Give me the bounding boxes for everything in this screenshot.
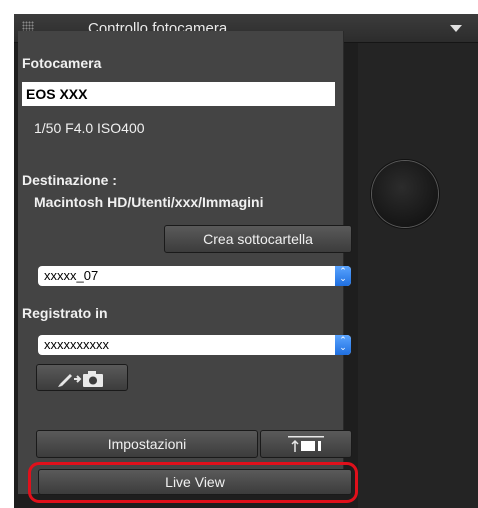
select-arrows-icon: ⌃ ⌄ [335, 266, 351, 286]
dial-knob[interactable] [372, 161, 438, 227]
highlight-annotation [28, 462, 358, 503]
subfolder-value: xxxxx_07 [44, 268, 99, 283]
camera-label: Fotocamera [22, 55, 102, 71]
preview-area [358, 43, 478, 508]
upload-display-icon [288, 436, 324, 452]
menu-arrow-icon[interactable] [450, 25, 462, 32]
recorded-in-label: Registrato in [22, 305, 108, 321]
destination-label: Destinazione : [22, 172, 117, 188]
camera-name-field: EOS XXX [22, 82, 335, 106]
create-subfolder-button[interactable]: Crea sottocartella [164, 225, 352, 253]
recorded-in-select[interactable]: xxxxxxxxxx ⌃ ⌄ [38, 335, 351, 355]
settings-button[interactable]: Impostazioni [36, 430, 258, 458]
pen-to-camera-button[interactable] [36, 364, 128, 391]
subfolder-select[interactable]: xxxxx_07 ⌃ ⌄ [38, 266, 351, 286]
pen-to-camera-icon [58, 371, 103, 387]
upload-display-button[interactable] [260, 430, 352, 458]
select-arrows-icon: ⌃ ⌄ [335, 335, 351, 355]
destination-path: Macintosh HD/Utenti/xxx/Immagini [34, 194, 264, 210]
exposure-settings: 1/50 F4.0 ISO400 [34, 120, 145, 136]
recorded-in-value: xxxxxxxxxx [44, 337, 109, 352]
